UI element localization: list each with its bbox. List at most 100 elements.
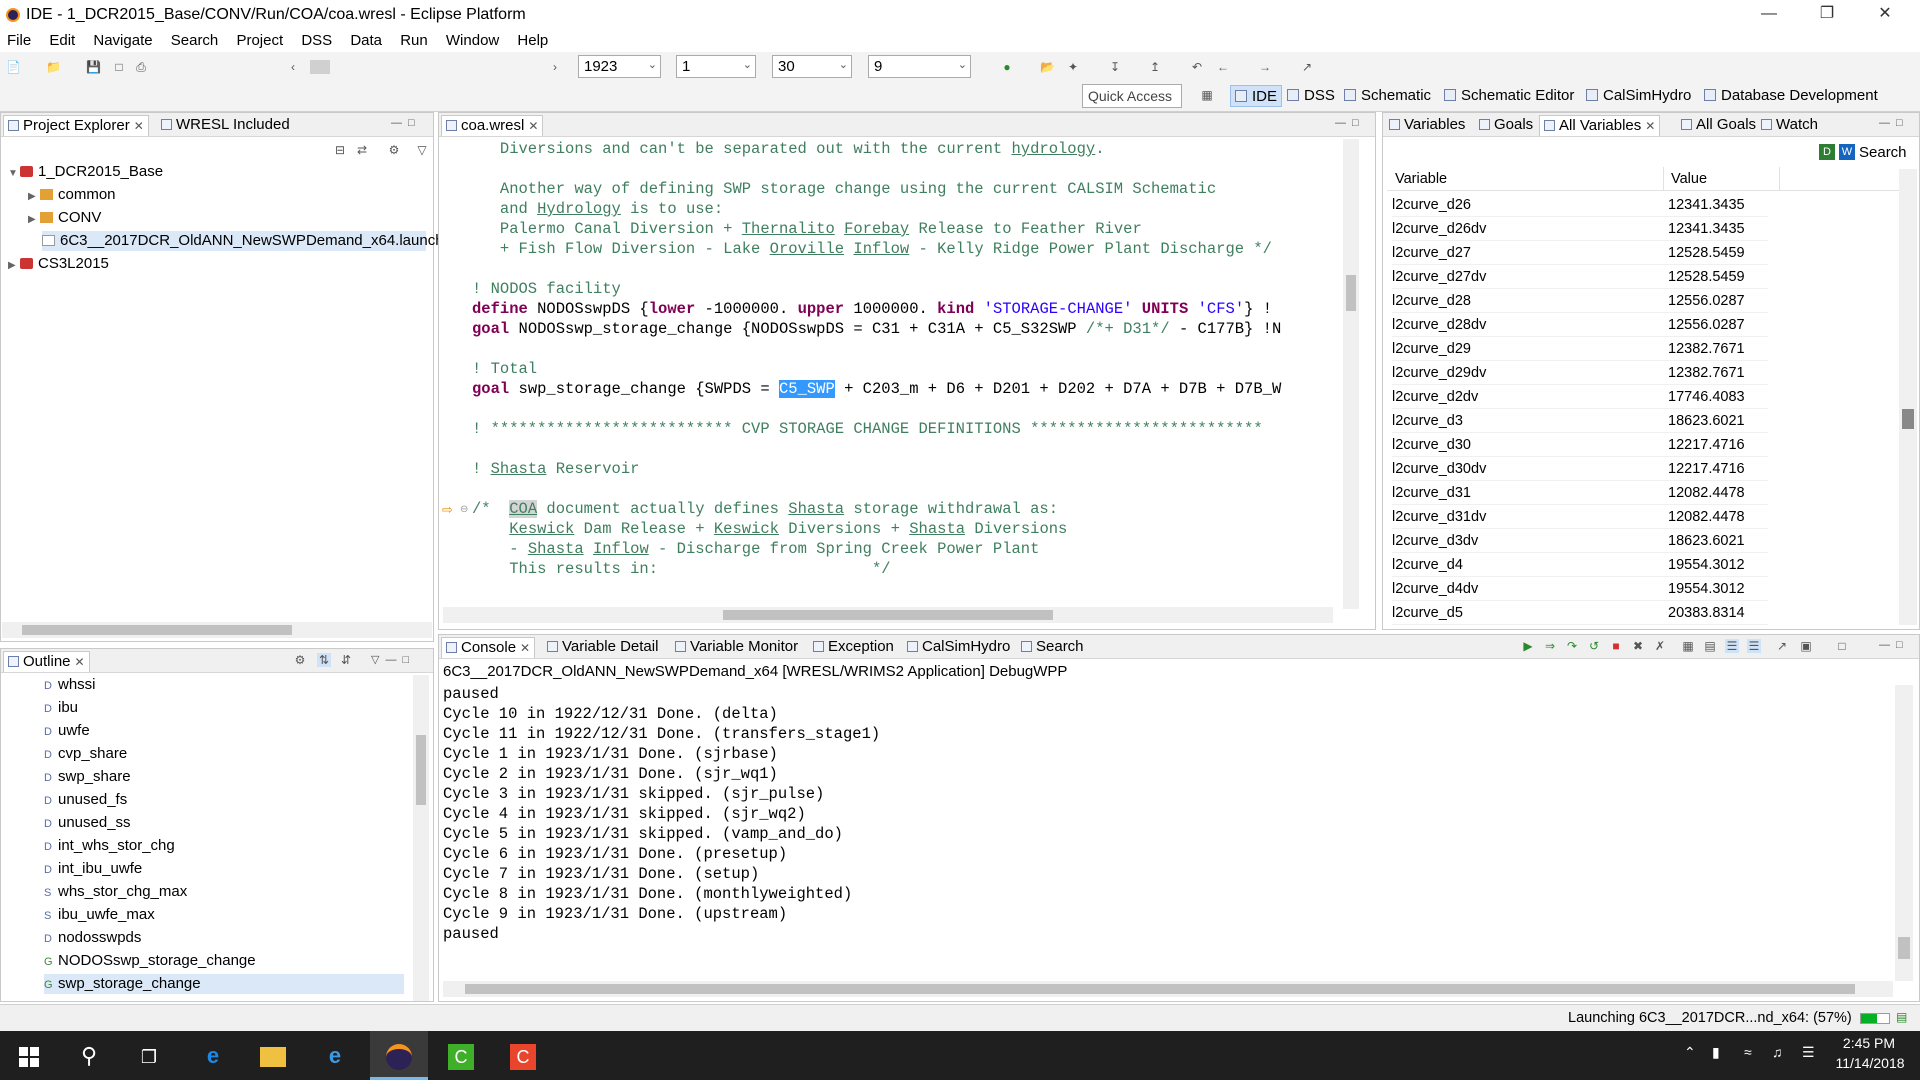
tab-variables[interactable]: Variables — [1385, 115, 1469, 136]
ie-taskbar-button[interactable]: e — [306, 1031, 364, 1080]
run-launch-icon[interactable]: ● — [1000, 60, 1014, 74]
outline-item[interactable]: Dunused_ss — [44, 813, 404, 833]
close-icon[interactable]: ✕ — [134, 119, 144, 133]
scroll-thumb[interactable] — [416, 735, 426, 805]
menu-project[interactable]: Project — [229, 30, 290, 49]
new-icon[interactable]: 📄 — [6, 60, 21, 74]
save-icon[interactable]: 💾 — [86, 60, 101, 74]
variable-row[interactable]: l2curve_d29dv 12382.7671 — [1392, 361, 1768, 385]
new-wizard-icon[interactable]: 📁 — [46, 60, 61, 74]
tab-console[interactable]: Console ✕ — [441, 637, 536, 658]
variable-row[interactable]: l2curve_d2dv 17746.4083 — [1392, 385, 1768, 409]
outline-item[interactable]: Dint_whs_stor_chg — [44, 836, 404, 856]
close-icon[interactable]: ✕ — [1645, 119, 1655, 133]
tree-item-folder-common[interactable]: ▶ common — [28, 185, 116, 205]
close-icon[interactable]: ✕ — [528, 119, 538, 133]
outline-item[interactable]: Dnodosswpds — [44, 928, 404, 948]
scroll-thumb[interactable] — [1898, 937, 1910, 959]
volume-icon[interactable]: ♫ — [1772, 1044, 1783, 1060]
variable-row[interactable]: l2curve_d28 12556.0287 — [1392, 289, 1768, 313]
search-taskbar-button[interactable]: ⚲ — [60, 1031, 118, 1080]
scroll-thumb[interactable] — [465, 984, 1855, 994]
back-icon[interactable]: ← — [1216, 60, 1230, 74]
show-hidden-icons[interactable]: ⌃ — [1684, 1044, 1696, 1061]
tree-item-project-cs3l[interactable]: ▶ CS3L2015 — [8, 254, 109, 274]
collapse-all-icon[interactable]: ⊟ — [333, 143, 347, 157]
minimize-maximize-icons[interactable]: —□ — [391, 117, 421, 129]
wand-icon[interactable]: ✦ — [1066, 60, 1080, 74]
perspective-ide[interactable]: IDE — [1230, 85, 1283, 107]
outline-item[interactable]: Dint_ibu_uwfe — [44, 859, 404, 879]
outline-item[interactable]: Dcvp_share — [44, 744, 404, 764]
scroll-lock-icon[interactable]: ▦ — [1681, 639, 1695, 653]
quick-access-input[interactable]: Quick Access — [1082, 84, 1182, 108]
tab-watch[interactable]: Watch — [1757, 115, 1822, 136]
fold-toggle-icon[interactable]: ⊖ — [460, 504, 472, 516]
remove-launch-icon[interactable]: ✖ — [1631, 639, 1645, 653]
variable-row[interactable]: l2curve_d3 18623.6021 — [1392, 409, 1768, 433]
resume-icon[interactable]: ▶ — [1521, 639, 1535, 653]
close-window-button[interactable]: ✕ — [1856, 0, 1914, 30]
perspective-database-development[interactable]: Database Development — [1700, 85, 1882, 107]
code-line[interactable]: ! NODOS facility — [472, 279, 621, 299]
perspective-schematic-editor[interactable]: Schematic Editor — [1440, 85, 1578, 107]
outline-item[interactable]: Sibu_uwfe_max — [44, 905, 404, 925]
tab-variable-detail[interactable]: Variable Detail — [543, 637, 662, 658]
tab-project-explorer[interactable]: Project Explorer ✕ — [3, 115, 149, 136]
outline-item[interactable]: Gswp_storage_change — [44, 974, 404, 994]
d-filter-icon[interactable]: D — [1819, 144, 1835, 160]
variable-row[interactable]: l2curve_d28dv 12556.0287 — [1392, 313, 1768, 337]
tree-item-project[interactable]: ▼ 1_DCR2015_Base — [8, 162, 163, 182]
variable-row[interactable]: l2curve_d4 19554.3012 — [1392, 553, 1768, 577]
code-line[interactable]: Palermo Canal Diversion + Thernalito For… — [472, 219, 1142, 239]
minimize-button[interactable]: — — [1740, 0, 1798, 30]
link-editor-icon[interactable]: ⇄ — [355, 143, 369, 157]
clear-console-icon[interactable]: ▤ — [1703, 639, 1717, 653]
filter-icon[interactable]: ⚙ — [387, 143, 401, 157]
camtasia-red-taskbar-button[interactable]: C — [494, 1031, 552, 1080]
code-line[interactable]: This results in: */ — [472, 559, 890, 579]
tab-all-goals[interactable]: All Goals — [1677, 115, 1760, 136]
progress-view-icon[interactable]: ▤ — [1896, 1010, 1907, 1024]
variable-row[interactable]: l2curve_d27 12528.5459 — [1392, 241, 1768, 265]
wifi-icon[interactable]: ≈ — [1744, 1044, 1752, 1060]
day-combo[interactable]: 30 ⌄ — [772, 55, 852, 78]
minimize-maximize-icons[interactable]: —□ — [1879, 639, 1909, 651]
variable-row[interactable]: l2curve_d31 12082.4478 — [1392, 481, 1768, 505]
code-line[interactable]: ! Shasta Reservoir — [472, 459, 639, 479]
edge-taskbar-button[interactable]: e — [184, 1031, 242, 1080]
view-menu-icon[interactable]: ▽ — [415, 143, 429, 157]
code-line[interactable]: ! Total — [472, 359, 537, 379]
clock-date[interactable]: 11/14/2018 — [1830, 1055, 1910, 1071]
column-header-value[interactable]: Value — [1671, 171, 1707, 187]
save-all-icon[interactable]: □ — [112, 60, 126, 74]
menu-data[interactable]: Data — [343, 30, 389, 49]
menu-edit[interactable]: Edit — [42, 30, 82, 49]
outline-item[interactable]: Dibu — [44, 698, 404, 718]
menu-navigate[interactable]: Navigate — [86, 30, 159, 49]
restore-button[interactable]: ❐ — [1798, 0, 1856, 30]
month-combo[interactable]: 1 ⌄ — [676, 55, 756, 78]
display-console-icon[interactable]: ▣ — [1799, 639, 1813, 653]
show-stdout-icon[interactable]: ☰ — [1725, 639, 1739, 653]
variable-row[interactable]: l2curve_d26 12341.3435 — [1392, 193, 1768, 217]
code-line[interactable]: Diversions and can't be separated out wi… — [472, 139, 1105, 159]
hide-static-icon[interactable]: ⇅ — [317, 653, 331, 667]
variable-row[interactable]: l2curve_d5 20383.8314 — [1392, 601, 1768, 625]
tab-search[interactable]: Search — [1017, 637, 1088, 658]
tab-calsimhydro[interactable]: CalSimHydro — [903, 637, 1014, 658]
scroll-thumb[interactable] — [1346, 275, 1356, 311]
tree-item-folder-conv[interactable]: ▶ CONV — [28, 208, 101, 228]
tab-variable-monitor[interactable]: Variable Monitor — [671, 637, 802, 658]
start-button[interactable] — [0, 1031, 58, 1080]
sort-icon[interactable]: ⇵ — [339, 653, 353, 667]
scroll-thumb[interactable] — [1902, 409, 1914, 429]
tree-item-launch-file[interactable]: 6C3__2017DCR_OldANN_NewSWPDemand_x64.lau… — [42, 231, 444, 251]
tab-coa-wresl[interactable]: coa.wresl ✕ — [441, 115, 544, 136]
code-line[interactable]: Keswick Dam Release + Keswick Diversions… — [472, 519, 1067, 539]
column-header-variable[interactable]: Variable — [1395, 171, 1447, 187]
variable-row[interactable]: l2curve_d27dv 12528.5459 — [1392, 265, 1768, 289]
show-stderr-icon[interactable]: ☰ — [1747, 639, 1761, 653]
console-vscrollbar[interactable] — [1895, 685, 1913, 981]
step-return-icon[interactable]: ↺ — [1587, 639, 1601, 653]
